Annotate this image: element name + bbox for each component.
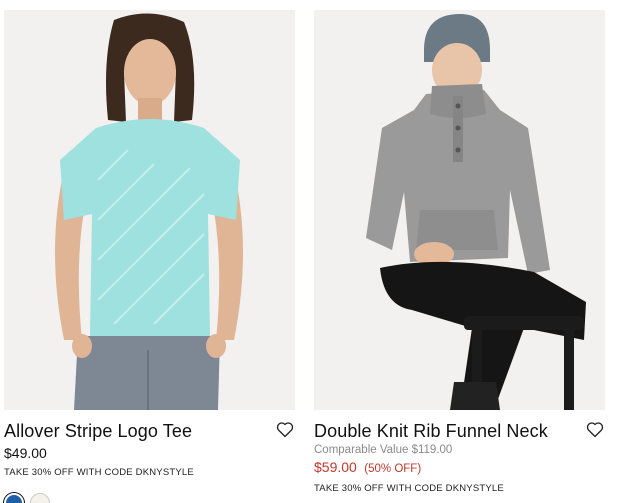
product-title-row: Double Knit Rib Funnel Neck	[314, 421, 605, 443]
sale-price: $59.00	[314, 459, 357, 475]
sale-price-row: $59.00 (50% OFF)	[314, 459, 605, 477]
color-swatches	[4, 493, 50, 503]
heart-icon[interactable]	[585, 419, 605, 439]
swatch-blue[interactable]	[4, 493, 24, 503]
comparable-value: Comparable Value $119.00	[314, 444, 453, 456]
product-name[interactable]: Double Knit Rib Funnel Neck	[314, 421, 605, 441]
tee-model-illustration	[4, 10, 295, 410]
promo-text: TAKE 30% OFF WITH CODE DKNYSTYLE	[4, 467, 194, 478]
promo-text: TAKE 30% OFF WITH CODE DKNYSTYLE	[314, 483, 504, 494]
product-card-allover-stripe-logo-tee[interactable]: Allover Stripe Logo Tee $49.00 TAKE 30% …	[4, 10, 295, 478]
discount-label: (50% OFF)	[364, 463, 422, 475]
swatch-cream[interactable]	[30, 493, 50, 503]
heart-icon[interactable]	[275, 419, 295, 439]
product-name[interactable]: Allover Stripe Logo Tee	[4, 421, 295, 441]
product-card-double-knit-rib-funnel-neck[interactable]: Double Knit Rib Funnel Neck Comparable V…	[314, 10, 605, 494]
product-price: $49.00	[4, 445, 47, 461]
product-image-sweater[interactable]	[314, 10, 605, 410]
product-title-row: Allover Stripe Logo Tee	[4, 421, 295, 443]
sweater-model-illustration	[314, 10, 605, 410]
product-image-tee[interactable]	[4, 10, 295, 410]
